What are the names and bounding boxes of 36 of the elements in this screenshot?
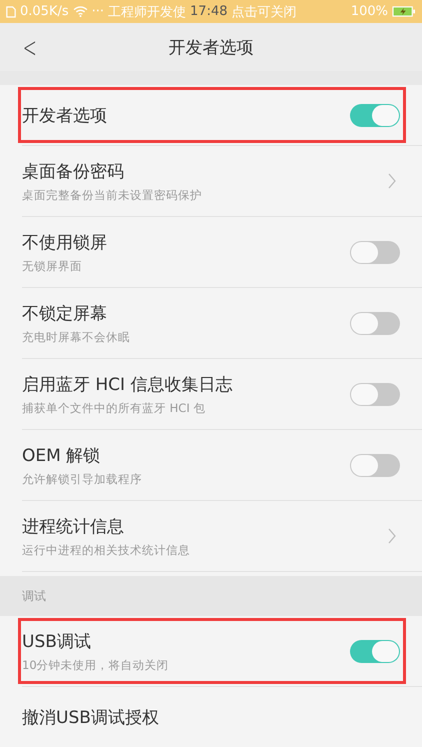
setting-title: OEM 解锁 xyxy=(22,444,102,466)
wifi-icon xyxy=(72,6,88,17)
setting-title: 启用蓝牙 HCI 信息收集日志 xyxy=(22,374,234,396)
setting-title: 不使用锁屏 xyxy=(22,232,108,254)
setting-title: 进程统计信息 xyxy=(22,516,125,538)
section-header: 调试 xyxy=(22,588,46,604)
more-notifications: ··· xyxy=(92,4,104,19)
setting-description: 桌面完整备份当前未设置密码保护 xyxy=(22,188,203,202)
page-title: 开发者选项 xyxy=(168,36,254,58)
setting-description: 允许解锁引导加载程序 xyxy=(22,472,143,486)
setting-title: USB调试 xyxy=(22,630,92,652)
battery-icon xyxy=(392,6,416,17)
setting-title: 撤消USB调试授权 xyxy=(22,706,160,728)
setting-description: 无锁屏界面 xyxy=(22,258,83,274)
setting-description: 捕获单个文件中的所有蓝牙 HCI 包 xyxy=(22,400,206,416)
setting-title: 桌面备份密码 xyxy=(22,160,125,182)
toggle-switch[interactable] xyxy=(350,382,400,406)
toggle-switch[interactable] xyxy=(350,640,400,662)
toggle-switch[interactable] xyxy=(350,454,400,476)
network-speed: 0.05K/s xyxy=(20,4,69,19)
battery-percent: 100% xyxy=(350,4,388,19)
toggle-switch[interactable] xyxy=(350,104,400,126)
back-button[interactable]: < xyxy=(20,31,40,64)
toggle-switch[interactable] xyxy=(350,312,400,334)
setting-title: 开发者选项 xyxy=(22,104,108,126)
notice-text: 工程师开发使 xyxy=(108,4,186,20)
toggle-switch[interactable] xyxy=(350,240,400,264)
clock: 17:48 xyxy=(190,4,228,19)
notice-text: 点击可关闭 xyxy=(232,4,296,20)
chevron-icon xyxy=(388,173,396,189)
chevron-icon xyxy=(388,528,396,544)
setting-description: 运行中进程的相关技术统计信息 xyxy=(22,542,191,558)
setting-description: 10分钟未使用，将自动关闭 xyxy=(22,658,170,672)
setting-description: 充电时屏幕不会休眠 xyxy=(22,330,131,344)
sim-icon xyxy=(6,6,16,18)
setting-title: 不锁定屏幕 xyxy=(22,302,108,324)
